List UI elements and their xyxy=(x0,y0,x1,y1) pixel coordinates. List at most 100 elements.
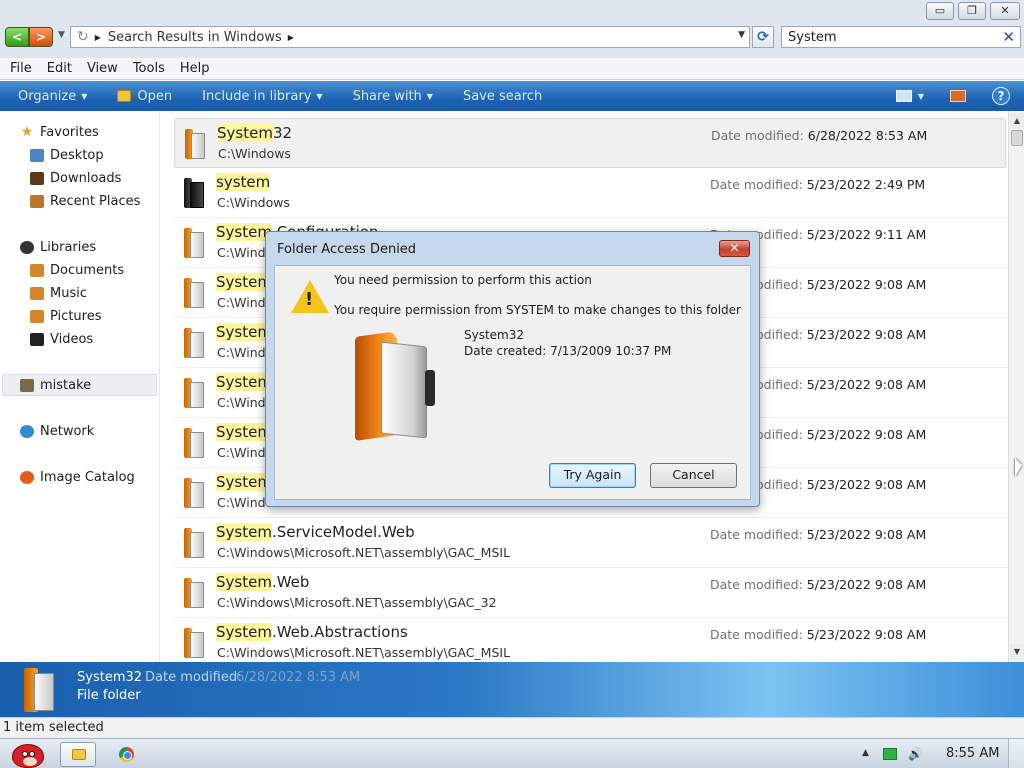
sidebar-item-desktop[interactable]: Desktop xyxy=(30,145,104,165)
menu-help[interactable]: Help xyxy=(180,58,210,79)
sidebar-item-label: Network xyxy=(40,423,95,439)
start-button[interactable] xyxy=(4,740,50,768)
volume-icon[interactable]: 🔊 xyxy=(908,747,923,761)
sidebar-item-music[interactable]: Music xyxy=(30,283,87,303)
sidebar-item-label: Recent Places xyxy=(50,193,141,209)
breadcrumb[interactable]: Search Results in Windows xyxy=(108,30,282,45)
sidebar-item-libraries[interactable]: Libraries xyxy=(20,237,96,257)
open-button[interactable]: Open xyxy=(117,89,172,104)
sidebar-item-downloads[interactable]: Downloads xyxy=(30,168,121,188)
preview-pane-icon[interactable] xyxy=(950,90,966,102)
table-row[interactable]: System.Web.Abstractions C:\Windows\Micro… xyxy=(174,618,1008,662)
scroll-thumb[interactable] xyxy=(1011,130,1023,146)
sidebar-item-mistake[interactable]: mistake xyxy=(20,375,91,395)
sidebar-item-pictures[interactable]: Pictures xyxy=(30,306,101,326)
back-button[interactable]: < xyxy=(5,27,29,47)
include-in-library-label: Include in library xyxy=(202,88,312,104)
recent-pages-dropdown-icon[interactable]: ▼ xyxy=(58,30,65,40)
table-row[interactable]: System.Web C:\Windows\Microsoft.NET\asse… xyxy=(174,568,1008,618)
file-name: System.Web xyxy=(216,573,310,591)
sidebar-item-label: Music xyxy=(50,285,87,301)
address-dropdown-icon[interactable]: ▼ xyxy=(738,30,745,40)
include-dropdown-icon: ▼ xyxy=(316,91,323,101)
view-dropdown-icon[interactable]: ▼ xyxy=(918,92,924,101)
file-name: System xyxy=(216,323,272,341)
warning-exclamation-icon: ! xyxy=(305,289,314,310)
explorer-icon xyxy=(72,749,86,760)
dialog-detail-message: You require permission from SYSTEM to ma… xyxy=(334,303,741,317)
close-window-button[interactable]: ✕ xyxy=(990,2,1020,20)
maximize-button[interactable]: ❐ xyxy=(958,2,986,20)
folder-icon xyxy=(180,628,206,658)
open-folder-icon xyxy=(117,90,132,102)
dialog-title: Folder Access Denied xyxy=(277,242,417,257)
clock[interactable]: 8:55 AM xyxy=(946,746,999,761)
taskbar-explorer-button[interactable] xyxy=(60,742,96,767)
organize-dropdown-icon: ▼ xyxy=(81,91,88,101)
dialog-folder-name: System32 xyxy=(464,328,525,342)
folder-icon xyxy=(180,578,206,608)
table-row[interactable]: system C:\Windows Date modified: 5/23/20… xyxy=(174,168,1008,218)
folder-icon xyxy=(180,278,206,308)
scroll-down-icon[interactable]: ▼ xyxy=(1010,644,1024,660)
help-icon[interactable]: ? xyxy=(992,87,1010,105)
menu-tools[interactable]: Tools xyxy=(133,58,165,79)
refresh-button[interactable]: ⟳ xyxy=(752,26,774,48)
clear-search-icon[interactable]: ✕ xyxy=(1002,28,1015,46)
file-name: System xyxy=(216,423,272,441)
menu-edit[interactable]: Edit xyxy=(47,58,72,79)
sidebar-item-label: Image Catalog xyxy=(40,469,135,485)
sidebar-item-label: mistake xyxy=(40,377,92,393)
cancel-button[interactable]: Cancel xyxy=(650,463,737,488)
desktop-icon xyxy=(30,148,44,162)
file-name: System.Web.Abstractions xyxy=(216,623,408,641)
organize-label: Organize xyxy=(18,88,77,104)
vertical-scrollbar[interactable]: ▲ ▼ xyxy=(1008,111,1024,662)
organize-button[interactable]: Organize ▼ xyxy=(18,89,87,104)
menu-file[interactable]: File xyxy=(10,58,32,79)
show-desktop-button[interactable] xyxy=(1008,739,1024,768)
file-path: C:\Windows xyxy=(218,146,291,161)
sidebar-item-network[interactable]: Network xyxy=(20,421,94,441)
command-bar: Organize ▼ Open Include in library ▼ Share… xyxy=(0,81,1024,111)
videos-icon xyxy=(30,332,44,346)
share-with-button[interactable]: Share with ▼ xyxy=(353,89,433,104)
sidebar-item-documents[interactable]: Documents xyxy=(30,260,124,280)
sidebar-item-recent-places[interactable]: Recent Places xyxy=(30,191,140,211)
title-and-address-bar: ▭ ❐ ✕ < > ▼ ↻ ▶ Search Results in Window… xyxy=(0,0,1024,58)
breadcrumb-chevron-icon[interactable]: ▶ xyxy=(288,33,294,42)
sidebar-item-image-catalog[interactable]: Image Catalog xyxy=(20,467,135,487)
recent-places-icon xyxy=(30,194,44,208)
table-row[interactable]: System32 C:\Windows Date modified: 6/28/… xyxy=(174,118,1006,168)
breadcrumb-separator-icon[interactable]: ▶ xyxy=(95,33,101,42)
sidebar-item-label: Favorites xyxy=(40,124,99,140)
address-bar[interactable]: ↻ ▶ Search Results in Windows ▶ ▼ xyxy=(70,26,750,48)
show-hidden-icons-icon[interactable]: ▲ xyxy=(862,748,869,758)
change-view-icon[interactable] xyxy=(895,90,912,102)
file-name: System xyxy=(216,273,272,291)
search-input[interactable]: System ✕ xyxy=(781,26,1021,48)
save-search-button[interactable]: Save search xyxy=(463,89,542,104)
dialog-close-button[interactable]: ✕ xyxy=(719,240,750,257)
file-name: System32 xyxy=(217,124,293,142)
sidebar-item-favorites[interactable]: ★ Favorites xyxy=(20,122,99,142)
forward-button[interactable]: > xyxy=(29,27,53,47)
include-in-library-button[interactable]: Include in library ▼ xyxy=(202,89,322,104)
folder-icon xyxy=(180,528,206,558)
search-progress-icon: ↻ xyxy=(77,29,89,45)
network-status-icon[interactable] xyxy=(883,748,897,760)
date-modified: Date modified: 5/23/2022 9:08 AM xyxy=(710,527,927,542)
folder-access-denied-dialog: Folder Access Denied ✕ ! You need permis… xyxy=(265,231,760,507)
folder-icon xyxy=(180,478,206,508)
file-name: System xyxy=(216,373,272,391)
minimize-button[interactable]: ▭ xyxy=(926,2,954,20)
details-date-label: Date modified: xyxy=(145,670,242,685)
scroll-up-icon[interactable]: ▲ xyxy=(1010,113,1024,129)
chrome-icon[interactable] xyxy=(119,747,134,762)
table-row[interactable]: System.ServiceModel.Web C:\Windows\Micro… xyxy=(174,518,1008,568)
sidebar-item-label: Pictures xyxy=(50,308,102,324)
details-type: File folder xyxy=(77,688,141,703)
menu-view[interactable]: View xyxy=(87,58,118,79)
try-again-button[interactable]: Try Again xyxy=(549,463,636,488)
sidebar-item-videos[interactable]: Videos xyxy=(30,329,93,349)
